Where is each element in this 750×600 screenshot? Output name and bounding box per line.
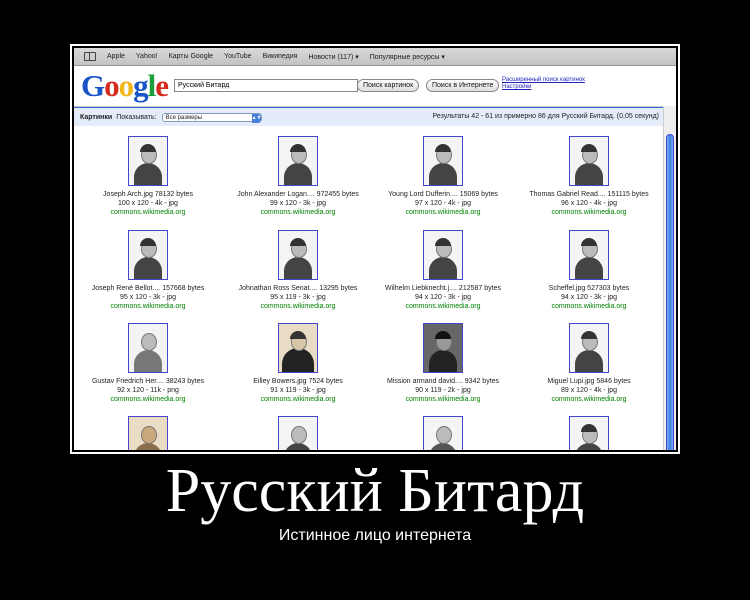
image-dims: 95 x 119 - 3k - jpg xyxy=(270,294,326,301)
portrait-thumbnail[interactable] xyxy=(423,323,463,373)
image-host: commons.wikimedia.org xyxy=(405,209,481,216)
portrait-thumbnail[interactable] xyxy=(128,416,168,450)
image-result: Gustav Friedrich Her.... 38243 bytes 92 … xyxy=(78,323,218,404)
image-title[interactable]: Joseph René Bellot.... 157668 bytes xyxy=(78,284,218,293)
image-result: Miguel Lupi.jpg 5846 bytes 89 x 120 - 4k… xyxy=(519,323,659,404)
image-search-button[interactable]: Поиск картинок xyxy=(357,79,420,92)
portrait-thumbnail[interactable] xyxy=(128,136,168,186)
poster-title: Русский Битард xyxy=(165,457,585,525)
google-header: Google Русский Битард Поиск картинок Пои… xyxy=(74,66,676,107)
portrait-thumbnail[interactable] xyxy=(423,416,463,450)
show-label: Показывать: xyxy=(116,113,157,121)
vertical-scrollbar[interactable] xyxy=(663,106,676,450)
image-title[interactable]: Eilley Bowers.jpg 7524 bytes xyxy=(228,377,368,386)
google-logo[interactable]: Google xyxy=(81,70,169,102)
portrait-thumbnail[interactable] xyxy=(278,323,318,373)
scrollbar-thumb[interactable] xyxy=(666,134,674,450)
portrait-thumbnail[interactable] xyxy=(278,416,318,450)
bookmarks-bar: Apple Yahoo! Карты Google YouTube Википе… xyxy=(74,48,676,66)
dropdown-arrow-icon: ▲▼ xyxy=(251,113,262,123)
advanced-links: Расширенный поиск картинок Настройки xyxy=(502,77,585,91)
portrait-thumbnail[interactable] xyxy=(569,230,609,280)
portrait-thumbnail[interactable] xyxy=(128,323,168,373)
section-label: Картинки xyxy=(80,113,113,121)
portrait-thumbnail[interactable] xyxy=(569,323,609,373)
web-search-button[interactable]: Поиск в Интернете xyxy=(426,79,500,92)
portrait-thumbnail[interactable] xyxy=(278,230,318,280)
image-result: Johnathan Ross Senat.... 13295 bytes 95 … xyxy=(228,230,368,311)
image-dims: 92 x 120 - 11k - png xyxy=(117,387,179,394)
results-count: Результаты 42 - 61 из примерно 86 для Ру… xyxy=(432,113,659,120)
image-host: commons.wikimedia.org xyxy=(405,303,481,310)
image-dims: 96 x 120 - 4k - jpg xyxy=(560,200,618,207)
advanced-image-search-link[interactable]: Расширенный поиск картинок xyxy=(502,77,585,84)
image-host: commons.wikimedia.org xyxy=(110,303,186,310)
image-host: commons.wikimedia.org xyxy=(260,396,336,403)
image-result: Joseph Arch.jpg 78132 bytes 100 x 120 - … xyxy=(78,136,218,217)
bookmark-google-maps[interactable]: Карты Google xyxy=(169,53,213,60)
search-input[interactable]: Русский Битард xyxy=(174,79,358,92)
portrait-thumbnail[interactable] xyxy=(278,136,318,186)
bookmark-wikipedia[interactable]: Википедия xyxy=(263,53,298,60)
image-host: commons.wikimedia.org xyxy=(110,209,186,216)
image-dims: 100 x 120 - 4k - jpg xyxy=(118,200,178,207)
image-dims: 94 x 120 - 3k - jpg xyxy=(414,294,472,301)
portrait-thumbnail[interactable] xyxy=(423,230,463,280)
image-title[interactable]: Scheffel.jpg 527303 bytes xyxy=(519,284,659,293)
portrait-thumbnail[interactable] xyxy=(569,416,609,450)
image-result: John Alexander Logan.... 972455 bytes 99… xyxy=(228,136,368,217)
image-result: Thomas Gabriel Read.... 151115 bytes 96 … xyxy=(519,136,659,217)
image-dims: 94 x 120 - 3k - jpg xyxy=(560,294,618,301)
image-result: Eilley Bowers.jpg 7524 bytes 91 x 119 - … xyxy=(228,323,368,404)
image-title[interactable]: Joseph Arch.jpg 78132 bytes xyxy=(78,190,218,199)
bookmark-yahoo[interactable]: Yahoo! xyxy=(136,53,158,60)
image-dims: 90 x 119 - 2k - jpg xyxy=(415,387,471,394)
size-select[interactable]: Все размеры ▲▼ xyxy=(161,112,262,123)
browser-screenshot: Apple Yahoo! Карты Google YouTube Википе… xyxy=(74,48,676,450)
image-title[interactable]: Young Lord Dufferin.... 15069 bytes xyxy=(373,190,513,199)
image-result: Young Lord Dufferin.... 15069 bytes 97 x… xyxy=(373,136,513,217)
image-title[interactable]: Mission armand david.... 9342 bytes xyxy=(373,377,513,386)
image-title[interactable]: Miguel Lupi.jpg 5846 bytes xyxy=(519,377,659,386)
image-dims: 99 x 120 - 3k - jpg xyxy=(269,200,327,207)
image-host: commons.wikimedia.org xyxy=(110,396,186,403)
image-result xyxy=(373,416,513,450)
portrait-thumbnail[interactable] xyxy=(423,136,463,186)
portrait-thumbnail[interactable] xyxy=(569,136,609,186)
image-dims: 91 x 119 - 3k - jpg xyxy=(270,387,326,394)
bookmark-news[interactable]: Новости (117) ▾ xyxy=(308,53,358,61)
image-title[interactable]: Wilhelm Liebknecht.j.... 212587 bytes xyxy=(373,284,513,293)
settings-link[interactable]: Настройки xyxy=(502,84,585,91)
results-bar: Картинки Показывать: Все размеры ▲▼ Резу… xyxy=(74,107,676,126)
image-host: commons.wikimedia.org xyxy=(260,209,336,216)
image-host: commons.wikimedia.org xyxy=(260,303,336,310)
image-result xyxy=(519,416,659,450)
image-title[interactable]: Johnathan Ross Senat.... 13295 bytes xyxy=(228,284,368,293)
image-dims: 89 x 120 - 4k - jpg xyxy=(560,387,618,394)
book-icon[interactable] xyxy=(84,52,96,61)
poster-subtitle: Истинное лицо интернета xyxy=(278,527,472,544)
image-title[interactable]: Gustav Friedrich Her.... 38243 bytes xyxy=(78,377,218,386)
bookmark-popular[interactable]: Популярные ресурсы ▾ xyxy=(370,53,445,61)
image-result: Mission armand david.... 9342 bytes 90 x… xyxy=(373,323,513,404)
image-result: Joseph René Bellot.... 157668 bytes 95 x… xyxy=(78,230,218,311)
image-dims: 97 x 120 - 4k - jpg xyxy=(414,200,472,207)
image-title[interactable]: John Alexander Logan.... 972455 bytes xyxy=(228,190,368,199)
portrait-thumbnail[interactable] xyxy=(128,230,168,280)
image-title[interactable]: Thomas Gabriel Read.... 151115 bytes xyxy=(519,190,659,199)
bookmark-youtube[interactable]: YouTube xyxy=(224,53,252,60)
image-host: commons.wikimedia.org xyxy=(551,209,627,216)
image-result xyxy=(78,416,218,450)
bookmark-apple[interactable]: Apple xyxy=(107,53,125,60)
image-host: commons.wikimedia.org xyxy=(405,396,481,403)
image-host: commons.wikimedia.org xyxy=(551,396,627,403)
image-result: Scheffel.jpg 527303 bytes 94 x 120 - 3k … xyxy=(519,230,659,311)
image-host: commons.wikimedia.org xyxy=(551,303,627,310)
image-result: Wilhelm Liebknecht.j.... 212587 bytes 94… xyxy=(373,230,513,311)
image-result xyxy=(228,416,368,450)
image-dims: 95 x 120 - 3k - jpg xyxy=(119,294,177,301)
